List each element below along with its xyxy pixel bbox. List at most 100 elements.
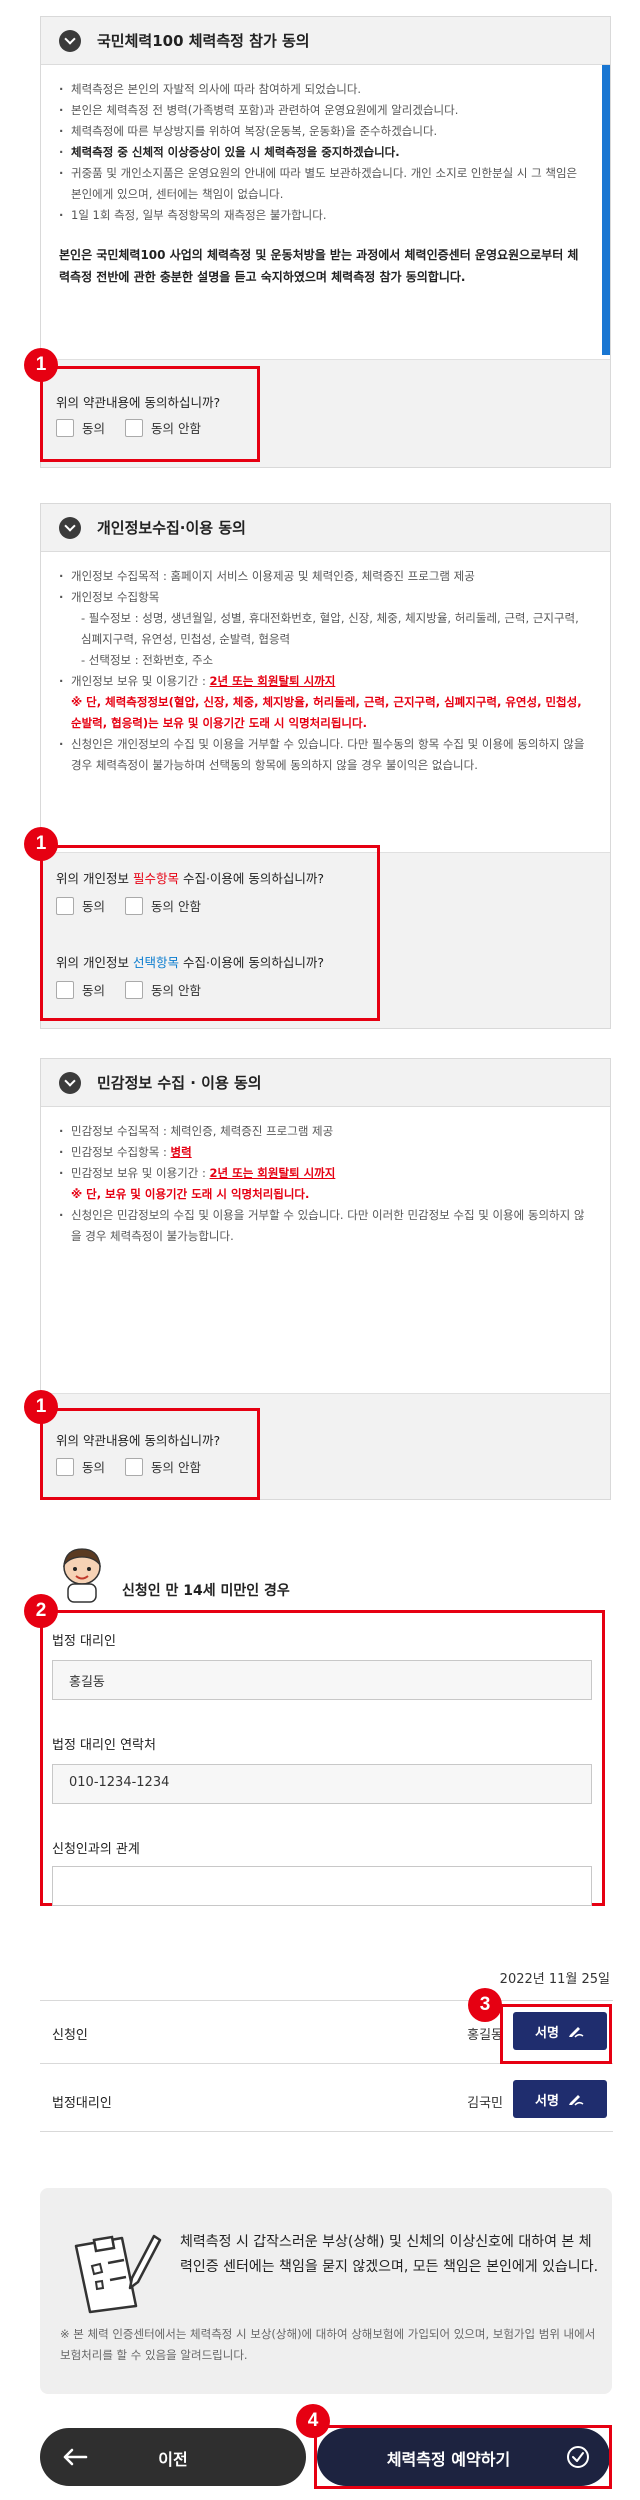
rep-sign-label: 법정대리인	[52, 2096, 112, 2111]
agree-label: 동의	[82, 899, 106, 914]
checkbox-box[interactable]	[125, 980, 144, 999]
notice-main-text: 체력측정 시 갑작스러운 부상(상해) 및 신체의 이상신호에 대하여 본 체력…	[180, 2234, 599, 2275]
step-badge-1: 1	[24, 348, 58, 382]
liability-notice: 체력측정 시 갑작스러운 부상(상해) 및 신체의 이상신호에 대하여 본 체력…	[40, 2188, 612, 2394]
question-prefix: 위의 개인정보	[56, 871, 133, 886]
disagree-checkbox[interactable]: 동의 안함	[125, 1457, 201, 1476]
list-item: 1일 1회 측정, 일부 측정항목의 재측정은 불가합니다.	[59, 205, 580, 226]
checkbox-box[interactable]	[56, 980, 74, 999]
disagree-label: 동의 안함	[151, 899, 201, 914]
agree-label: 동의	[82, 1460, 106, 1475]
fitness-question: 위의 약관내용에 동의하십니까?	[56, 395, 221, 410]
rep-contact-label: 법정 대리인 연락처	[52, 1738, 156, 1753]
agree-checkbox[interactable]: 동의	[56, 1457, 105, 1476]
privacy-required-question: 위의 개인정보 필수항목 수집·이용에 동의하십니까?	[56, 868, 324, 887]
sensitive-options: 동의 동의 안함	[56, 1457, 201, 1476]
agree-checkbox[interactable]: 동의	[56, 896, 105, 915]
list-item: 개인정보 보유 및 이용기간 : 2년 또는 회원탈퇴 시까지 ※ 단, 체력측…	[59, 671, 592, 734]
rep-sign-row: 법정대리인 김국민 서명	[40, 2070, 613, 2132]
disagree-checkbox[interactable]: 동의 안함	[125, 980, 201, 999]
collection-label: 민감정보 수집항목 :	[71, 1145, 171, 1159]
step-badge-2: 2	[24, 1594, 58, 1628]
signature-date: 2022년 11월 25일	[499, 1972, 610, 1987]
list-item: 민감정보 수집목적 : 체력인증, 체력증진 프로그램 제공	[59, 1121, 592, 1142]
list-item: 체력측정 중 신체적 이상증상이 있을 시 체력측정을 중지하겠습니다.	[59, 142, 580, 163]
highlight-box	[314, 2425, 612, 2489]
retention-warning: ※ 단, 체력측정정보(혈압, 신장, 체중, 체지방율, 허리둘레, 근력, …	[71, 695, 582, 730]
privacy-required-options: 동의 동의 안함	[56, 896, 201, 915]
checkbox-box[interactable]	[56, 1457, 74, 1476]
pen-icon	[568, 2095, 584, 2106]
list-item: 귀중품 및 개인소지품은 운영요원의 안내에 따라 별도 보관하겠습니다. 개인…	[59, 163, 580, 205]
collection-items-heading: 개인정보 수집항목	[71, 590, 160, 604]
agree-label: 동의	[82, 421, 106, 436]
privacy-optional-options: 동의 동의 안함	[56, 980, 201, 999]
required-info: - 필수정보 : 성명, 생년월일, 성별, 휴대전화번호, 혈압, 신장, 체…	[81, 611, 579, 646]
privacy-consent-body: 개인정보 수집목적 : 홈페이지 서비스 이용제공 및 체력인증, 체력증진 프…	[41, 552, 610, 852]
list-item: 신청인은 개인정보의 수집 및 이용을 거부할 수 있습니다. 다만 필수동의 …	[59, 734, 592, 776]
sign-button-label: 서명	[535, 2093, 559, 2109]
chevron-down-icon	[59, 1071, 81, 1094]
disagree-label: 동의 안함	[151, 1460, 201, 1475]
privacy-consent-title: 개인정보수집·이용 동의	[97, 519, 246, 537]
fitness-consent-title: 국민체력100 체력측정 참가 동의	[97, 32, 310, 50]
checkbox-box[interactable]	[125, 418, 144, 437]
relation-label: 신청인과의 관계	[52, 1842, 140, 1857]
disagree-checkbox[interactable]: 동의 안함	[125, 896, 201, 915]
fitness-consent-header[interactable]: 국민체력100 체력측정 참가 동의	[41, 17, 610, 65]
sensitive-consent-header[interactable]: 민감정보 수집 · 이용 동의	[41, 1059, 610, 1107]
agree-checkbox[interactable]: 동의	[56, 980, 105, 999]
checkbox-box[interactable]	[125, 896, 144, 915]
highlight-box	[40, 1408, 260, 1500]
checkbox-box[interactable]	[125, 1457, 144, 1476]
prev-button-label: 이전	[158, 2450, 188, 2469]
clipboard-pen-icon	[62, 2218, 162, 2314]
rep-label: 법정 대리인	[52, 1634, 116, 1649]
required-highlight: 필수항목	[132, 871, 179, 886]
relation-field[interactable]	[52, 1866, 592, 1906]
disagree-label: 동의 안함	[151, 421, 201, 436]
question-prefix: 위의 개인정보	[56, 955, 133, 970]
minor-heading: 신청인 만 14세 미만인 경우	[122, 1583, 290, 1599]
optional-info: - 선택정보 : 전화번호, 주소	[81, 653, 214, 667]
list-item: 민감정보 수집항목 : 병력	[59, 1142, 592, 1163]
rep-contact-field[interactable]: 010-1234-1234	[52, 1764, 592, 1804]
highlight-box	[40, 1610, 605, 1906]
retention-label: 민감정보 보유 및 이용기간 :	[71, 1166, 210, 1180]
list-item: 개인정보 수집항목 - 필수정보 : 성명, 생년월일, 성별, 휴대전화번호,…	[59, 587, 592, 671]
question-suffix: 수집·이용에 동의하십니까?	[178, 871, 325, 886]
highlight-box	[40, 366, 260, 462]
prev-button[interactable]: 이전	[40, 2428, 306, 2486]
list-item: 체력측정에 따른 부상방지를 위하여 복장(운동복, 운동화)을 준수하겠습니다…	[59, 121, 580, 142]
retention-period: 2년 또는 회원탈퇴 시까지	[209, 1166, 336, 1180]
step-badge-1: 1	[24, 827, 58, 861]
list-item: 체력측정은 본인의 자발적 의사에 따라 참여하게 되었습니다.	[59, 79, 580, 100]
disagree-checkbox[interactable]: 동의 안함	[125, 418, 201, 437]
retention-warning: ※ 단, 보유 및 이용기간 도래 시 익명처리됩니다.	[71, 1187, 310, 1201]
fitness-consent-body: 체력측정은 본인의 자발적 의사에 따라 참여하게 되었습니다. 본인은 체력측…	[41, 65, 610, 359]
fitness-options: 동의 동의 안함	[56, 418, 201, 437]
retention-label: 개인정보 보유 및 이용기간 :	[71, 674, 210, 688]
sensitive-question: 위의 약관내용에 동의하십니까?	[56, 1433, 221, 1448]
list-item: 민감정보 보유 및 이용기간 : 2년 또는 회원탈퇴 시까지 ※ 단, 보유 …	[59, 1163, 592, 1205]
checkbox-box[interactable]	[56, 896, 74, 915]
consent-statement: 본인은 국민체력100 사업의 체력측정 및 운동처방을 받는 과정에서 체력인…	[59, 248, 579, 284]
notice-sub-text: ※ 본 체력 인증센터에서는 체력측정 시 보상(상해)에 대하여 상해보험에 …	[60, 2327, 596, 2362]
chevron-down-icon	[59, 516, 81, 539]
highlight-box	[500, 2004, 612, 2064]
checkbox-box[interactable]	[56, 418, 74, 437]
disagree-label: 동의 안함	[151, 983, 201, 998]
agree-checkbox[interactable]: 동의	[56, 418, 105, 437]
optional-highlight: 선택항목	[132, 955, 179, 970]
list-item: 본인은 체력측정 전 병력(가족병력 포함)과 관련하여 운영요원에게 알리겠습…	[59, 100, 580, 121]
rep-sign-button[interactable]: 서명	[513, 2080, 607, 2118]
step-badge-4: 4	[296, 2404, 330, 2438]
sensitive-consent-title: 민감정보 수집 · 이용 동의	[97, 1074, 262, 1092]
list-item: 개인정보 수집목적 : 홈페이지 서비스 이용제공 및 체력인증, 체력증진 프…	[59, 566, 592, 587]
applicant-label: 신청인	[52, 2028, 88, 2043]
chevron-down-icon	[59, 29, 81, 52]
applicant-name: 홍길동	[467, 2028, 503, 2043]
retention-period: 2년 또는 회원탈퇴 시까지	[209, 674, 336, 688]
rep-name-field[interactable]: 홍길동	[52, 1660, 592, 1700]
privacy-consent-header[interactable]: 개인정보수집·이용 동의	[41, 504, 610, 552]
